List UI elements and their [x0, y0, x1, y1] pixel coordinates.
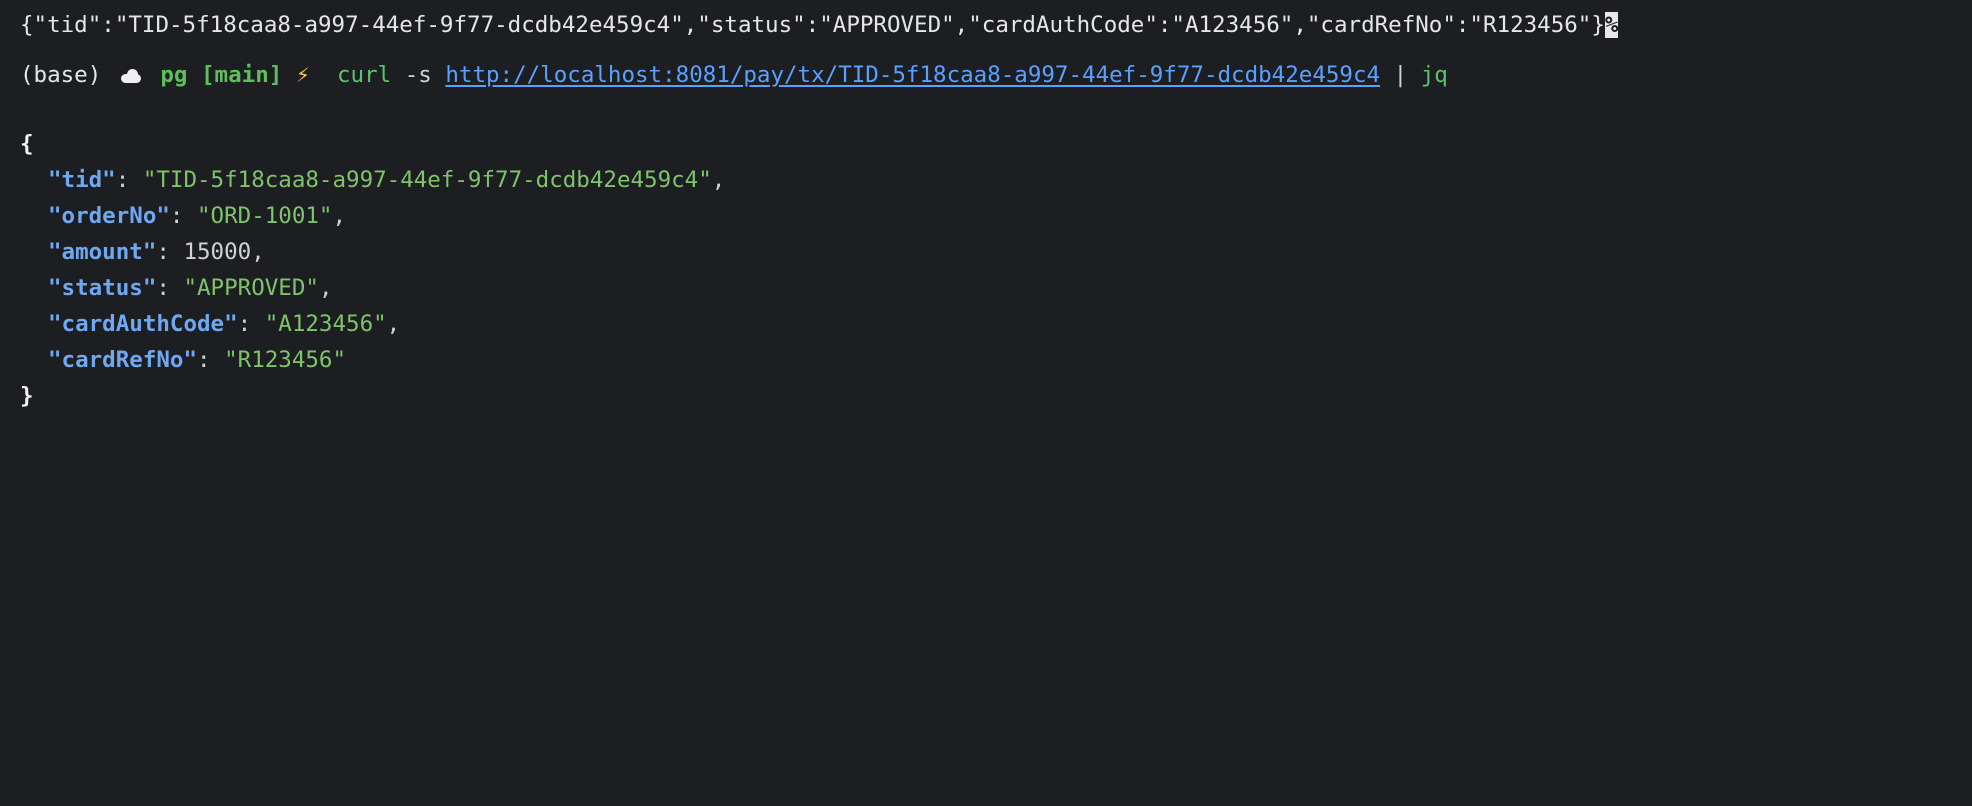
json-value: "APPROVED" — [183, 275, 319, 301]
json-field-row: "orderNo": "ORD-1001", — [48, 203, 347, 229]
json-field-row: "status": "APPROVED", — [48, 275, 333, 301]
cloud-icon — [119, 68, 143, 83]
partial-line-marker: % — [1604, 12, 1619, 38]
json-field-row: "cardAuthCode": "A123456", — [48, 311, 401, 337]
json-value: 15000 — [183, 239, 252, 265]
command-flag: -s — [404, 62, 432, 88]
json-close-brace: } — [20, 383, 34, 409]
command-prompt-line: (base) pg [main] ⚡ curl -s http://localh… — [20, 57, 1448, 93]
json-field-row: "cardRefNo": "R123456" — [48, 347, 347, 373]
raw-json-output: {"tid":"TID-5f18caa8-a997-44ef-9f77-dcdb… — [20, 12, 1605, 38]
json-key: "status" — [48, 275, 157, 301]
pipe-symbol: | — [1393, 62, 1408, 88]
json-key: "cardRefNo" — [48, 347, 198, 373]
json-key: "tid" — [48, 167, 116, 193]
command-name: curl — [336, 62, 392, 88]
json-value: "A123456" — [264, 311, 387, 337]
json-key: "orderNo" — [48, 203, 170, 229]
json-open-brace: { — [20, 131, 34, 157]
current-directory: pg — [160, 62, 188, 88]
bolt-icon: ⚡ — [295, 63, 310, 87]
request-url-link[interactable]: http://localhost:8081/pay/tx/TID-5f18caa… — [445, 62, 1380, 88]
raw-json-output-line: {"tid":"TID-5f18caa8-a997-44ef-9f77-dcdb… — [20, 7, 1619, 43]
json-value: "R123456" — [224, 347, 347, 373]
json-field-row: "tid": "TID-5f18caa8-a997-44ef-9f77-dcdb… — [48, 167, 726, 193]
pipe-command: jq — [1420, 62, 1448, 88]
conda-env: (base) — [20, 62, 102, 88]
git-branch: [main] — [201, 62, 283, 88]
json-key: "cardAuthCode" — [48, 311, 238, 337]
json-field-row: "amount": 15000, — [48, 239, 265, 265]
json-key: "amount" — [48, 239, 157, 265]
terminal-window: {"tid":"TID-5f18caa8-a997-44ef-9f77-dcdb… — [0, 12, 1972, 676]
json-value: "TID-5f18caa8-a997-44ef-9f77-dcdb42e459c… — [142, 167, 712, 193]
json-value: "ORD-1001" — [197, 203, 333, 229]
